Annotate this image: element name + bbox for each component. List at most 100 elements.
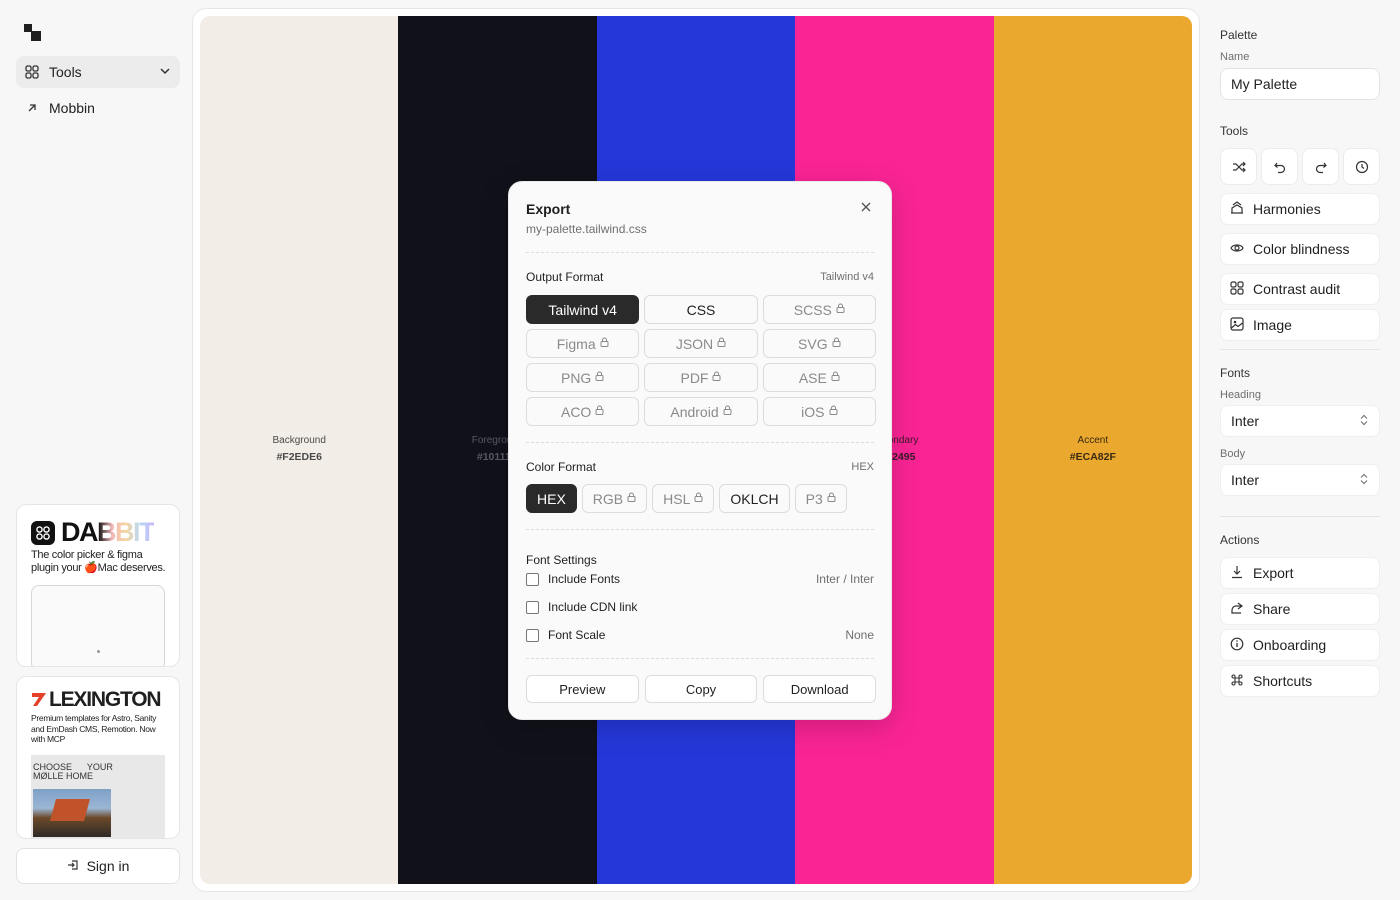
ad-preview bbox=[31, 585, 165, 666]
ad-image-heading: CHOOSE YOUR MØLLE HOME bbox=[33, 762, 113, 781]
format-aco-button[interactable]: ACO bbox=[526, 397, 640, 426]
eye-icon bbox=[1229, 241, 1245, 258]
include-cdn-link-checkbox[interactable] bbox=[526, 600, 539, 614]
image-label: Image bbox=[1253, 317, 1292, 333]
heading-font-value: Inter bbox=[1231, 413, 1260, 429]
divider bbox=[1220, 516, 1380, 517]
lock-icon bbox=[712, 371, 721, 384]
include-fonts-checkbox[interactable] bbox=[526, 572, 539, 586]
option-value: None bbox=[845, 628, 874, 642]
option-font-scale: Font Scale None bbox=[526, 627, 874, 643]
shuffle-icon[interactable] bbox=[1220, 148, 1257, 185]
harmonies-button[interactable]: Harmonies bbox=[1220, 193, 1380, 225]
chevron-up-down-icon bbox=[1359, 473, 1369, 488]
format-png-button[interactable]: PNG bbox=[526, 363, 640, 392]
close-icon[interactable] bbox=[859, 200, 873, 218]
export-label: Export bbox=[1253, 565, 1294, 581]
image-icon bbox=[1229, 316, 1245, 334]
format-label: P3 bbox=[805, 490, 823, 507]
harmonies-label: Harmonies bbox=[1253, 201, 1321, 217]
preview-button[interactable]: Preview bbox=[526, 675, 639, 703]
format-ios-button[interactable]: iOS bbox=[762, 397, 876, 426]
image-button[interactable]: Image bbox=[1220, 309, 1380, 341]
format-label: HEX bbox=[537, 490, 566, 507]
format-ase-button[interactable]: ASE bbox=[762, 363, 876, 392]
font-scale-checkbox[interactable] bbox=[526, 628, 539, 642]
export-button[interactable]: Export bbox=[1220, 557, 1380, 589]
share-icon bbox=[1229, 601, 1245, 618]
ad-dabbit[interactable]: DABBIT The color picker & figma plugin y… bbox=[16, 504, 180, 667]
format-p3-color-button[interactable]: P3 bbox=[794, 484, 847, 513]
lock-icon bbox=[723, 405, 732, 418]
right-panel: Palette Name My Palette Tools Harmonies … bbox=[1208, 0, 1400, 900]
lock-icon bbox=[836, 303, 845, 316]
divider bbox=[526, 658, 874, 659]
lock-icon bbox=[595, 371, 604, 384]
palette-name-input[interactable]: My Palette bbox=[1220, 68, 1380, 100]
history-icon[interactable] bbox=[1343, 148, 1380, 185]
output-format-label: Output Format bbox=[526, 270, 604, 284]
ad-brand: DABBIT bbox=[61, 517, 156, 547]
sign-in-button[interactable]: Sign in bbox=[16, 848, 180, 884]
format-label: ASE bbox=[798, 369, 827, 386]
redo-icon[interactable] bbox=[1302, 148, 1339, 185]
format-android-button[interactable]: Android bbox=[644, 397, 758, 426]
info-icon bbox=[1229, 637, 1245, 654]
contrast-audit-label: Contrast audit bbox=[1253, 281, 1341, 297]
palette-heading: Palette bbox=[1220, 28, 1258, 42]
heading-font-select[interactable]: Inter bbox=[1220, 405, 1380, 437]
format-pdf-button[interactable]: PDF bbox=[644, 363, 758, 392]
divider bbox=[526, 442, 874, 443]
undo-icon[interactable] bbox=[1261, 148, 1298, 185]
contrast-audit-button[interactable]: Contrast audit bbox=[1220, 273, 1380, 305]
format-svg-button[interactable]: SVG bbox=[762, 329, 876, 358]
command-icon bbox=[1229, 673, 1245, 690]
sidebar-item-tools[interactable]: Tools bbox=[16, 56, 180, 88]
format-figma-button[interactable]: Figma bbox=[526, 329, 640, 358]
grid-icon bbox=[1229, 280, 1245, 298]
color-format-label: Color Format bbox=[526, 460, 597, 474]
ad-image: CHOOSE YOUR MØLLE HOME bbox=[31, 755, 165, 838]
tool-buttons bbox=[1220, 148, 1380, 185]
format-hex-color-button[interactable]: HEX bbox=[526, 484, 577, 513]
divider bbox=[526, 252, 874, 253]
option-label: Include Fonts bbox=[548, 572, 621, 586]
ad-logo: LEXINGTON bbox=[31, 687, 162, 713]
share-button[interactable]: Share bbox=[1220, 593, 1380, 625]
download-button[interactable]: Download bbox=[763, 675, 877, 703]
format-tailwind-v4-button[interactable]: Tailwind v4 bbox=[526, 295, 640, 324]
ad-lexington[interactable]: LEXINGTON Premium templates for Astro, S… bbox=[16, 676, 180, 839]
ad-logo: DABBIT bbox=[31, 517, 156, 548]
lexington-logo-icon bbox=[31, 687, 47, 713]
swatch-label: Accent bbox=[1077, 435, 1109, 446]
fonts-heading: Fonts bbox=[1220, 366, 1251, 380]
app-logo[interactable] bbox=[24, 24, 42, 42]
swatch-accent[interactable]: Accent #ECA82F bbox=[993, 16, 1192, 884]
font-settings-label: Font Settings bbox=[526, 553, 597, 567]
ad-brand: LEXINGTON bbox=[49, 688, 162, 711]
option-include-fonts: Include Fonts Inter / Inter bbox=[526, 571, 874, 587]
shortcuts-button[interactable]: Shortcuts bbox=[1220, 665, 1380, 697]
format-css-button[interactable]: CSS bbox=[644, 295, 758, 324]
modal-actions: Preview Copy Download bbox=[526, 675, 877, 703]
format-json-button[interactable]: JSON bbox=[644, 329, 758, 358]
format-label: OKLCH bbox=[730, 490, 779, 507]
format-rgb-color-button[interactable]: RGB bbox=[581, 484, 648, 513]
body-font-label: Body bbox=[1220, 448, 1246, 460]
export-modal: Export my-palette.tailwind.css Output Fo… bbox=[508, 181, 892, 720]
format-label: PNG bbox=[560, 369, 592, 386]
format-scss-button[interactable]: SCSS bbox=[762, 295, 876, 324]
onboarding-button[interactable]: Onboarding bbox=[1220, 629, 1380, 661]
name-label: Name bbox=[1220, 51, 1250, 63]
format-hsl-color-button[interactable]: HSL bbox=[652, 484, 715, 513]
copy-button[interactable]: Copy bbox=[644, 675, 758, 703]
lock-icon bbox=[827, 492, 836, 505]
swatch-background[interactable]: Background #F2EDE6 bbox=[200, 16, 399, 884]
body-font-select[interactable]: Inter bbox=[1220, 464, 1380, 496]
lock-icon bbox=[831, 371, 840, 384]
format-oklch-color-button[interactable]: OKLCH bbox=[719, 484, 790, 513]
color-blindness-button[interactable]: Color blindness bbox=[1220, 233, 1380, 265]
lock-icon bbox=[595, 405, 604, 418]
sidebar-item-mobbin[interactable]: Mobbin bbox=[16, 92, 180, 124]
lock-icon bbox=[627, 492, 636, 505]
